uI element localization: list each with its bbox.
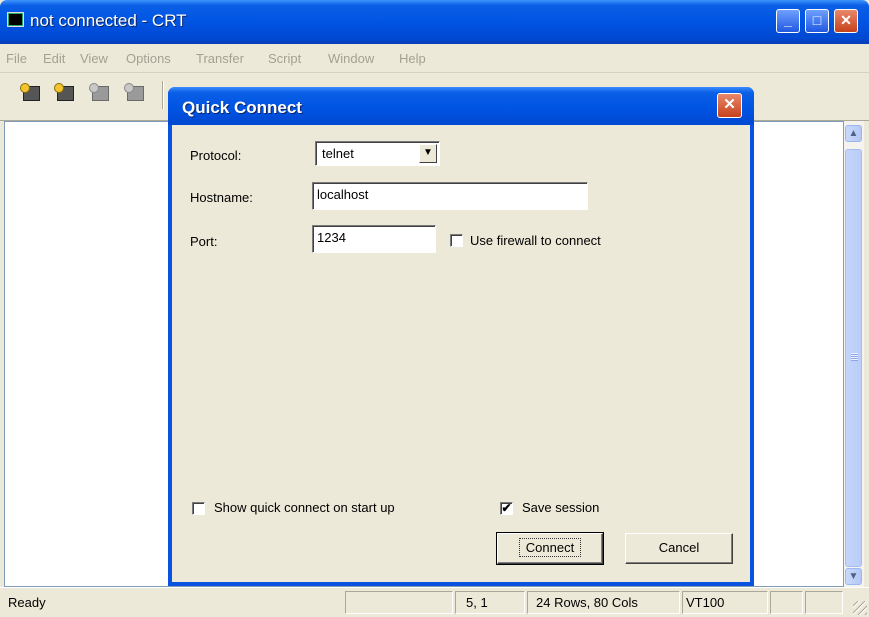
- firewall-checkbox[interactable]: [450, 234, 463, 247]
- resize-grip-icon[interactable]: [853, 601, 867, 615]
- window-title-bar[interactable]: not connected - CRT _ □ ✕: [0, 0, 869, 44]
- reconnect-icon[interactable]: [89, 83, 111, 105]
- menu-file[interactable]: File: [6, 51, 27, 66]
- status-pane-extra-2: [805, 591, 843, 614]
- menu-bar: File Edit View Options Transfer Script W…: [0, 44, 869, 73]
- scroll-down-icon[interactable]: ▼: [845, 568, 862, 585]
- status-bar: Ready 5, 1 24 Rows, 80 Cols VT100: [0, 587, 869, 617]
- terminal-app-icon: [7, 12, 24, 27]
- dialog-close-button[interactable]: ✕: [717, 93, 742, 118]
- cancel-button[interactable]: Cancel: [625, 533, 733, 564]
- scroll-thumb[interactable]: [845, 149, 862, 567]
- cursor-position: 5, 1: [455, 591, 525, 614]
- chevron-down-icon[interactable]: ▼: [419, 144, 437, 163]
- close-window-button[interactable]: ✕: [834, 9, 858, 33]
- show-on-startup-label[interactable]: Show quick connect on start up: [214, 500, 395, 515]
- dialog-title: Quick Connect: [182, 98, 302, 117]
- dialog-body: Protocol: telnet ▼ Hostname: localhost P…: [172, 125, 750, 582]
- save-session-checkbox[interactable]: ✔: [500, 502, 513, 515]
- maximize-button[interactable]: □: [805, 9, 829, 33]
- menu-script[interactable]: Script: [268, 51, 301, 66]
- hostname-label: Hostname:: [190, 190, 253, 205]
- menu-view[interactable]: View: [80, 51, 108, 66]
- scroll-up-icon[interactable]: ▲: [845, 125, 862, 142]
- connect-icon[interactable]: [20, 83, 42, 105]
- hostname-field[interactable]: localhost: [312, 182, 588, 210]
- quick-connect-dialog: Quick Connect ✕ Protocol: telnet ▼ Hostn…: [168, 87, 754, 586]
- dialog-title-bar[interactable]: Quick Connect ✕: [168, 87, 754, 125]
- port-field[interactable]: 1234: [312, 225, 436, 253]
- menu-help[interactable]: Help: [399, 51, 426, 66]
- connect-button[interactable]: Connect: [496, 532, 604, 565]
- menu-edit[interactable]: Edit: [43, 51, 65, 66]
- menu-window[interactable]: Window: [328, 51, 374, 66]
- status-pane-empty: [345, 591, 453, 614]
- grip-icon: [851, 353, 858, 361]
- window-title: not connected - CRT: [30, 11, 187, 30]
- vertical-scrollbar[interactable]: ▲ ▼: [844, 121, 864, 587]
- menu-options[interactable]: Options: [126, 51, 171, 66]
- port-label: Port:: [190, 234, 218, 249]
- protocol-value: telnet: [322, 146, 354, 161]
- show-on-startup-checkbox[interactable]: [192, 502, 205, 515]
- emulation-type: VT100: [682, 591, 768, 614]
- menu-transfer[interactable]: Transfer: [196, 51, 244, 66]
- status-pane-extra-1: [770, 591, 803, 614]
- save-session-label[interactable]: Save session: [522, 500, 599, 515]
- firewall-label[interactable]: Use firewall to connect: [470, 233, 601, 248]
- protocol-select[interactable]: telnet ▼: [315, 141, 440, 166]
- protocol-label: Protocol:: [190, 148, 242, 163]
- minimize-button[interactable]: _: [776, 9, 800, 33]
- status-text: Ready: [8, 595, 46, 610]
- connect-button-label: Connect: [518, 538, 582, 557]
- disconnect-icon[interactable]: [124, 83, 146, 105]
- toolbar-separator: [162, 81, 164, 109]
- terminal-size: 24 Rows, 80 Cols: [527, 591, 680, 614]
- quick-connect-icon[interactable]: [54, 83, 76, 105]
